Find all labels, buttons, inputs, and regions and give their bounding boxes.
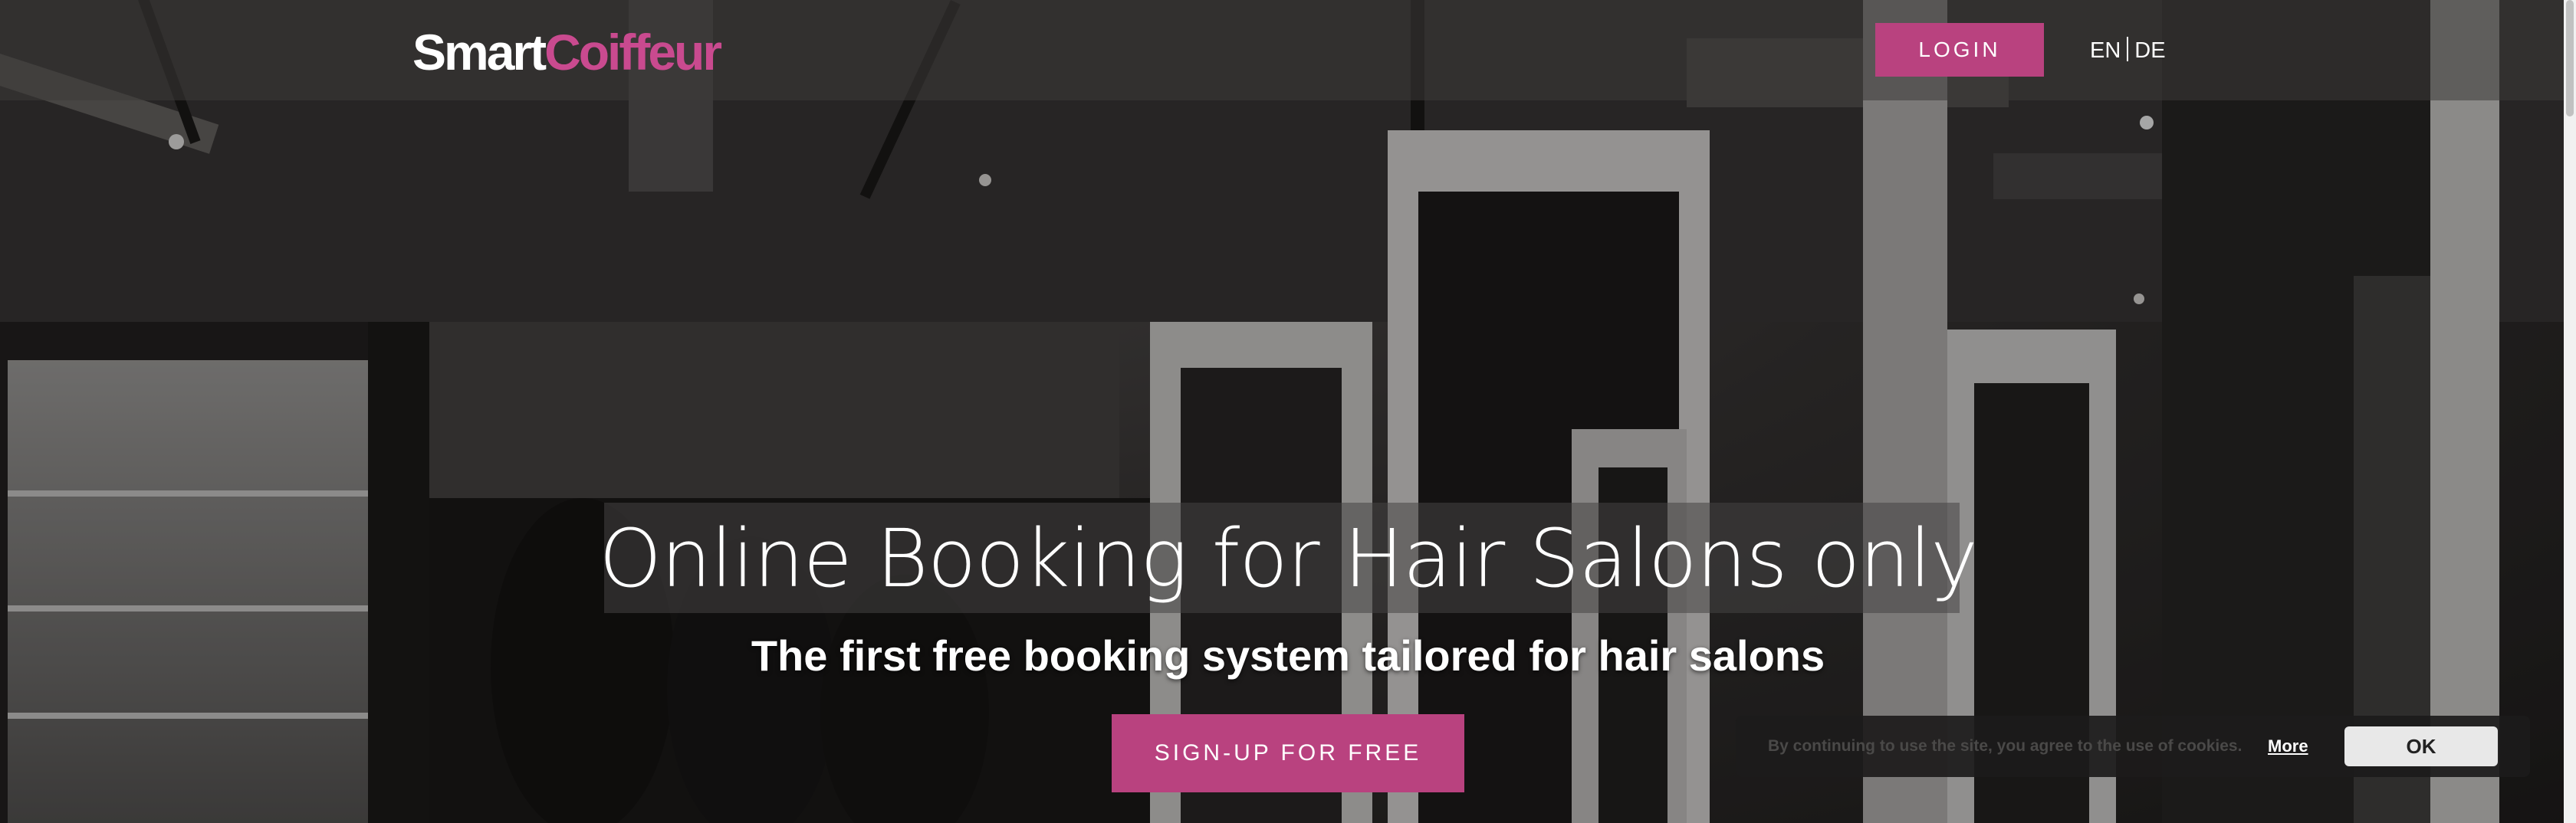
- cookie-banner: By continuing to use the site, you agree…: [1736, 716, 2530, 777]
- page: SmartCoiffeur LOGIN EN DE Online Booking …: [0, 0, 2576, 823]
- cookie-ok-button[interactable]: OK: [2344, 726, 2498, 766]
- lang-separator: [2127, 37, 2129, 61]
- page-scrollbar[interactable]: [2564, 0, 2576, 823]
- smartcoiffeur-logo[interactable]: SmartCoiffeur: [412, 21, 722, 83]
- scrollbar-thumb[interactable]: [2566, 0, 2574, 116]
- logo-text-coiffeur: Coiffeur: [544, 24, 722, 80]
- top-nav-bar: [0, 0, 2576, 100]
- lang-en-link[interactable]: EN: [2090, 38, 2121, 63]
- cookie-message: By continuing to use the site, you agree…: [1768, 737, 2242, 755]
- signup-button[interactable]: SIGN-UP FOR FREE: [1112, 714, 1464, 792]
- hero-subheadline: The first free booking system tailored f…: [751, 631, 1825, 680]
- hero-background-image: [0, 0, 2576, 823]
- lang-de-link[interactable]: DE: [2134, 38, 2165, 63]
- login-button[interactable]: LOGIN: [1875, 23, 2044, 77]
- cookie-more-link[interactable]: More: [2268, 734, 2308, 759]
- logo-text-smart: Smart: [412, 24, 547, 80]
- salon-interior-illustration: [0, 0, 2564, 823]
- hero-headline: Online Booking for Hair Salons only: [599, 512, 1978, 605]
- language-switcher: EN DE: [2090, 35, 2166, 66]
